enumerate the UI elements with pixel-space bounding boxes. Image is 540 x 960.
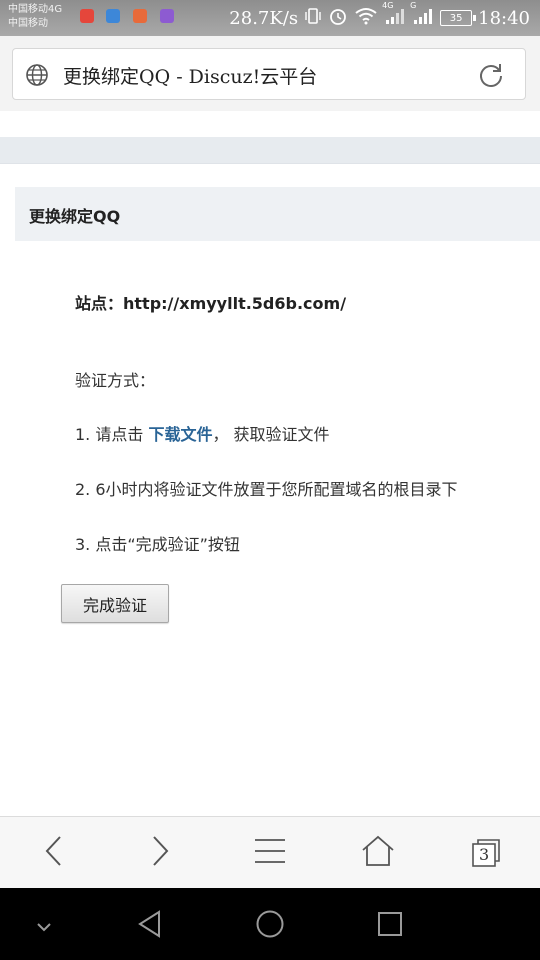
back-button[interactable] <box>34 833 74 873</box>
tabs-button[interactable]: 3 <box>466 833 506 873</box>
site-url: http://xmyyllt.5d6b.com/ <box>123 294 347 313</box>
recents-square-icon <box>377 911 403 941</box>
system-back-button[interactable] <box>132 908 168 944</box>
notification-app-icon <box>133 9 147 23</box>
browser-toolbar: 3 <box>0 816 540 889</box>
browser-address-area: 更换绑定QQ - Discuz!云平台 <box>0 36 540 111</box>
page-title: 更换绑定QQ - Discuz!云平台 <box>63 66 318 88</box>
step-1-suffix: ， 获取验证文件 <box>212 425 330 444</box>
wifi-icon <box>354 7 378 30</box>
alarm-icon <box>328 6 348 31</box>
menu-icon <box>254 838 286 868</box>
site-label: 站点： <box>75 294 124 313</box>
tabs-icon: 3 <box>471 838 501 868</box>
menu-button[interactable] <box>250 833 290 873</box>
notification-app-icon <box>106 9 120 23</box>
battery-icon: 35 <box>440 10 477 26</box>
step-3: 3. 点击“完成验证”按钮 <box>75 535 240 554</box>
system-nav-bar <box>0 888 540 960</box>
chevron-left-icon <box>43 835 65 871</box>
notification-app-icon <box>160 9 174 23</box>
vibrate-icon <box>304 7 322 30</box>
home-circle-icon <box>255 909 285 943</box>
status-bar: 中国移动4G 中国移动 28.7K/s 4G G 35 18:40 <box>0 0 540 36</box>
refresh-icon[interactable] <box>477 61 505 93</box>
carrier-primary: 中国移动4G <box>8 4 63 15</box>
back-triangle-icon <box>137 910 163 942</box>
step-2: 2. 6小时内将验证文件放置于您所配置域名的根目录下 <box>75 480 458 499</box>
signal-g-label: G <box>410 0 417 10</box>
page-top-strip <box>0 137 540 164</box>
signal-4g-label: 4G <box>382 0 394 10</box>
notification-app-icon <box>80 9 94 23</box>
network-speed: 28.7K/s <box>229 7 299 29</box>
carrier-secondary: 中国移动 <box>8 18 48 29</box>
verify-method-label: 验证方式： <box>75 371 156 390</box>
address-bar[interactable]: 更换绑定QQ - Discuz!云平台 <box>12 48 526 100</box>
globe-icon <box>25 63 49 91</box>
forward-button[interactable] <box>140 833 180 873</box>
carrier-info: 中国移动4G 中国移动 <box>8 3 62 31</box>
step-1-prefix: 1. 请点击 <box>75 425 149 444</box>
system-recents-button[interactable] <box>372 908 408 944</box>
complete-verification-button[interactable]: 完成验证 <box>61 584 169 623</box>
home-button[interactable] <box>358 833 398 873</box>
system-home-button[interactable] <box>252 908 288 944</box>
hide-nav-button[interactable] <box>26 908 62 944</box>
site-info: 站点：http://xmyyllt.5d6b.com/ <box>75 290 346 314</box>
download-file-link[interactable]: 下载文件 <box>148 425 212 444</box>
signal-g-icon: G <box>410 1 434 30</box>
chevron-down-icon <box>36 917 52 936</box>
signal-4g-icon: 4G <box>382 1 406 30</box>
clock: 18:40 <box>478 7 530 29</box>
panel-title: 更换绑定QQ <box>29 207 121 226</box>
battery-level: 35 <box>449 12 463 24</box>
chevron-right-icon <box>149 835 171 871</box>
step-1: 1. 请点击 下载文件， 获取验证文件 <box>75 421 330 445</box>
panel-header: 更换绑定QQ <box>15 187 540 241</box>
home-icon <box>361 835 395 871</box>
tabs-count: 3 <box>479 845 490 864</box>
